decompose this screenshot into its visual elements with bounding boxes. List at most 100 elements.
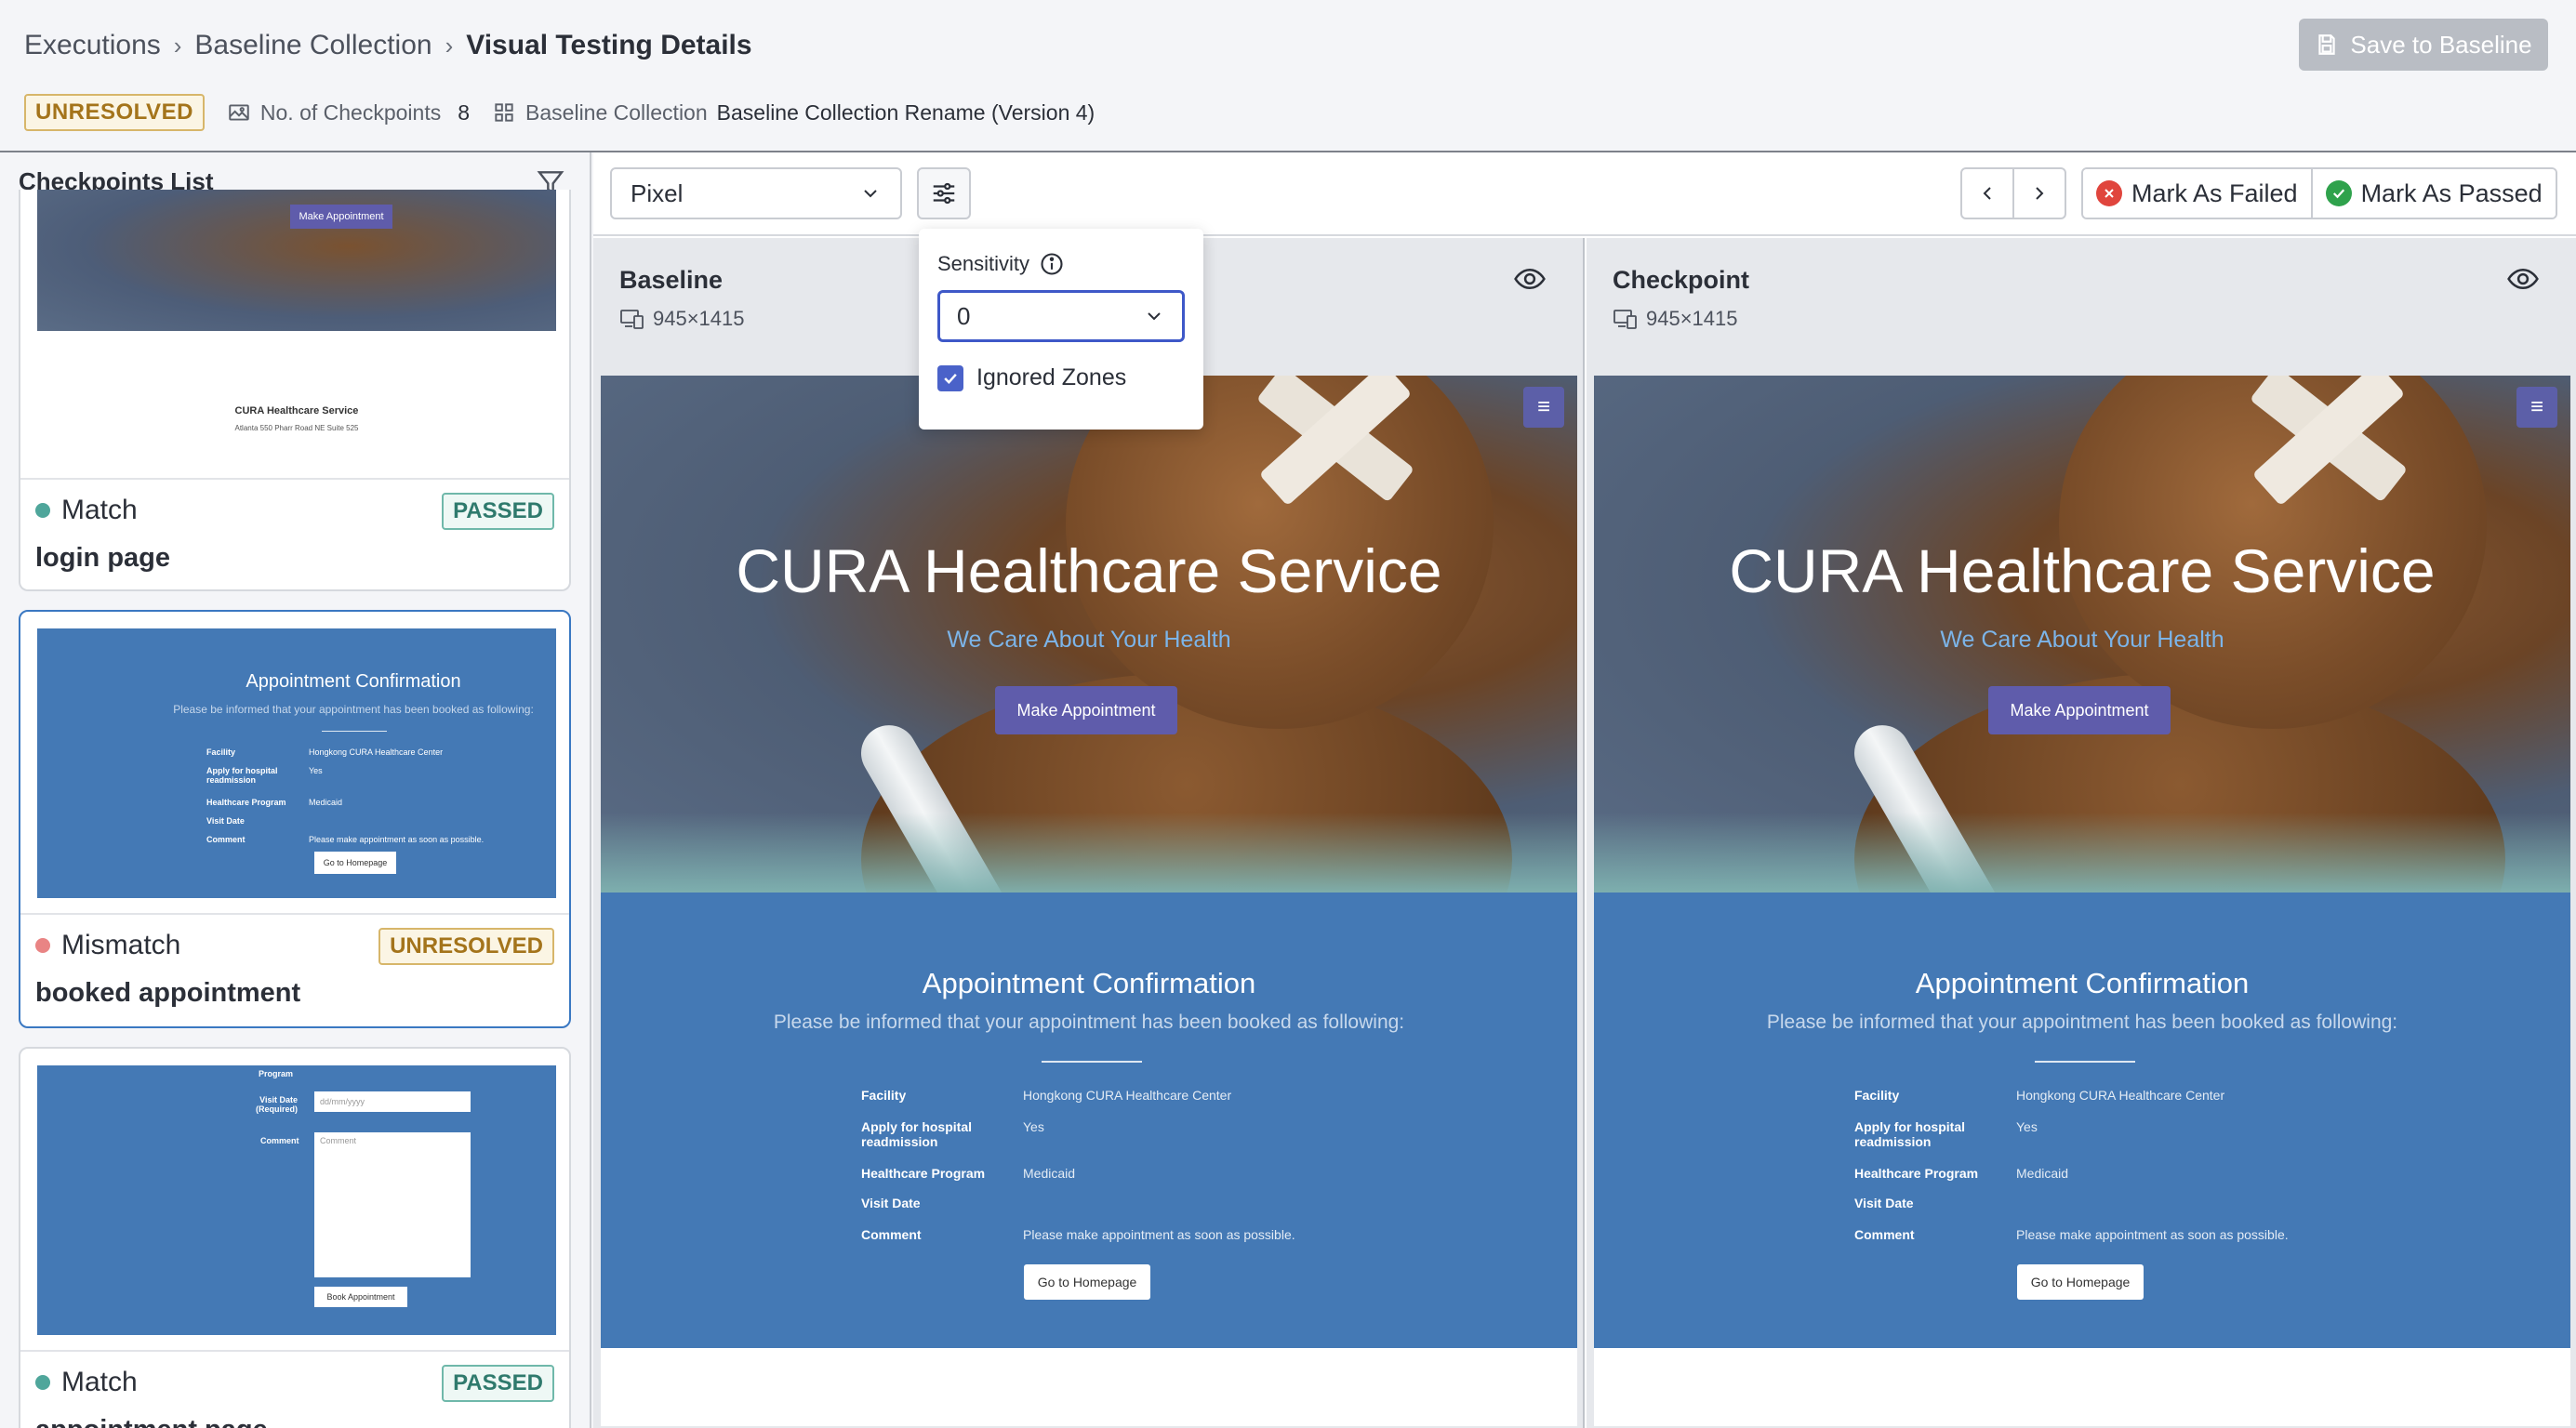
checkpoint-card-booked-appointment[interactable]: Appointment Confirmation Please be infor… bbox=[19, 610, 571, 1028]
checkpoint-thumbnail: Appointment Confirmation Please be infor… bbox=[37, 628, 556, 898]
thumb-row-key: Healthcare Program bbox=[206, 798, 286, 807]
hero-title: CURA Healthcare Service bbox=[736, 536, 1442, 605]
sensitivity-label: Sensitivity bbox=[937, 252, 1030, 275]
passed-badge: PASSED bbox=[442, 493, 554, 530]
thumb-row-key: Comment bbox=[206, 835, 246, 844]
detail-value: Yes bbox=[2016, 1119, 2038, 1134]
comparison-toolbar: Pixel Mark As Failed Mark As Passed bbox=[593, 152, 2576, 236]
thumb-subtitle: Please be informed that your appointment… bbox=[173, 703, 534, 716]
mark-as-failed-label: Mark As Failed bbox=[2131, 178, 2298, 207]
thumb-row-value: Yes bbox=[309, 766, 323, 775]
meta-row: UNRESOLVED No. of Checkpoints 8 Baseline… bbox=[24, 93, 1095, 132]
checkpoint-status: Mismatch bbox=[35, 930, 180, 961]
sensitivity-settings-button[interactable] bbox=[917, 167, 971, 219]
comparison-main: Pixel Mark As Failed Mark As Passed Base… bbox=[593, 152, 2576, 1428]
detail-key: Visit Date bbox=[1854, 1196, 1914, 1210]
detail-key: Apply for hospital readmission bbox=[861, 1119, 972, 1149]
checkpoint-status: Match bbox=[35, 495, 138, 526]
breadcrumb-executions[interactable]: Executions bbox=[24, 30, 161, 61]
checkpoint-dims-text: 945×1415 bbox=[1646, 307, 1738, 330]
detail-key: Comment bbox=[1854, 1227, 1915, 1242]
confirmation-title: Appointment Confirmation bbox=[1915, 967, 2250, 999]
checkpoint-name: booked appointment bbox=[35, 978, 301, 1008]
check-circle-icon bbox=[2325, 180, 2352, 206]
thumb-row-value: Medicaid bbox=[309, 798, 343, 807]
thumb-address: Atlanta 550 Pharr Road NE Suite 525 bbox=[234, 424, 359, 432]
detail-value: Please make appointment as soon as possi… bbox=[2016, 1227, 2289, 1242]
checkpoint-dimensions: 945×1415 bbox=[1613, 307, 1738, 331]
hero-title: CURA Healthcare Service bbox=[1729, 536, 2436, 605]
status-badge: UNRESOLVED bbox=[24, 94, 205, 131]
baseline-collection-label: Baseline Collection bbox=[525, 99, 708, 125]
hero-button: Make Appointment bbox=[1988, 686, 2171, 734]
chevron-right-icon bbox=[2036, 187, 2044, 200]
baseline-collection-value: Baseline Collection Rename (Version 4) bbox=[716, 99, 1095, 125]
previous-checkpoint-button[interactable] bbox=[1960, 167, 2014, 219]
comparison-mode-select[interactable]: Pixel bbox=[610, 167, 902, 219]
checkpoint-name: appointment page bbox=[35, 1415, 268, 1428]
unresolved-badge: UNRESOLVED bbox=[378, 928, 554, 965]
thumb-button: Make Appointment bbox=[290, 205, 392, 229]
thumb-row-key: Facility bbox=[206, 747, 236, 757]
eye-icon[interactable] bbox=[2507, 266, 2539, 292]
detail-key: Comment bbox=[861, 1227, 922, 1242]
mark-as-passed-button[interactable]: Mark As Passed bbox=[2310, 169, 2556, 218]
info-icon[interactable] bbox=[1039, 251, 1065, 277]
detail-key: Healthcare Program bbox=[861, 1166, 986, 1181]
confirmation-title: Appointment Confirmation bbox=[922, 967, 1256, 999]
match-dot bbox=[35, 1375, 50, 1390]
confirmation-section: Appointment Confirmation Please be infor… bbox=[601, 892, 1577, 1348]
chevron-left-icon bbox=[1983, 187, 1991, 200]
ignored-zones-label: Ignored Zones bbox=[976, 364, 1127, 390]
image-icon bbox=[229, 104, 249, 121]
detail-value: Please make appointment as soon as possi… bbox=[1023, 1227, 1295, 1242]
confirmation-subtitle: Please be informed that your appointment… bbox=[773, 1012, 1405, 1033]
menu-icon: ≡ bbox=[1523, 387, 1564, 428]
chevron-down-icon bbox=[864, 190, 877, 198]
mark-as-failed-button[interactable]: Mark As Failed bbox=[2083, 169, 2311, 218]
checkpoint-name: login page bbox=[35, 543, 170, 573]
checkpoints-count: No. of Checkpoints 8 bbox=[227, 100, 470, 126]
detail-value: Hongkong CURA Healthcare Center bbox=[2016, 1088, 2225, 1103]
thumb-button: Book Appointment bbox=[314, 1287, 407, 1307]
detail-value: Medicaid bbox=[1023, 1166, 1076, 1181]
checkpoint-title: Checkpoint bbox=[1613, 266, 1750, 294]
devices-icon bbox=[1613, 310, 1637, 329]
checkpoints-label: No. of Checkpoints bbox=[259, 99, 442, 125]
breadcrumb-baseline-collection[interactable]: Baseline Collection bbox=[194, 30, 432, 61]
passed-badge: PASSED bbox=[442, 1365, 554, 1402]
thumb-date-input: dd/mm/yyyy bbox=[314, 1091, 471, 1112]
thumb-title: CURA Healthcare Service bbox=[234, 405, 359, 416]
hero-image: ≡ CURA Healthcare Service We Care About … bbox=[601, 376, 1577, 892]
checkpoint-card-login-page[interactable]: Make Appointment CURA Healthcare Service… bbox=[19, 190, 571, 591]
sensitivity-select[interactable]: 0 bbox=[937, 290, 1185, 342]
save-to-baseline-button[interactable]: Save to Baseline bbox=[2299, 19, 2548, 71]
sensitivity-popover: Sensitivity 0 Ignored Zones bbox=[919, 229, 1203, 430]
baseline-dimensions: 945×1415 bbox=[619, 307, 745, 331]
next-checkpoint-button[interactable] bbox=[2012, 167, 2066, 219]
detail-key: Facility bbox=[861, 1088, 907, 1103]
thumb-row-value: Please make appointment as soon as possi… bbox=[309, 835, 485, 844]
checkpoint-card-appointment-page[interactable]: Program Visit Date (Required) dd/mm/yyyy… bbox=[19, 1047, 571, 1428]
status-text: Match bbox=[61, 1367, 138, 1397]
thumb-row-key: Visit Date bbox=[206, 816, 245, 826]
devices-icon bbox=[620, 310, 644, 329]
ignored-zones-checkbox[interactable] bbox=[937, 364, 963, 391]
detail-key: Facility bbox=[1854, 1088, 1900, 1103]
match-dot bbox=[35, 503, 50, 518]
sensitivity-value: 0 bbox=[957, 301, 971, 330]
detail-key: Apply for hospital readmission bbox=[1854, 1119, 1965, 1149]
ignored-zones-option[interactable]: Ignored Zones bbox=[937, 364, 1126, 391]
eye-icon[interactable] bbox=[1514, 266, 1546, 292]
sensitivity-label-row: Sensitivity bbox=[937, 251, 1065, 277]
breadcrumb: Executions › Baseline Collection › Visua… bbox=[24, 24, 752, 67]
sliders-icon bbox=[933, 182, 955, 205]
breadcrumb-separator: › bbox=[445, 31, 454, 60]
thumb-comment-input: Comment bbox=[314, 1132, 471, 1277]
checkpoint-thumbnail: Program Visit Date (Required) dd/mm/yyyy… bbox=[37, 1065, 556, 1335]
thumb-row-value: Hongkong CURA Healthcare Center bbox=[309, 747, 444, 757]
detail-key: Visit Date bbox=[861, 1196, 921, 1210]
detail-key: Healthcare Program bbox=[1854, 1166, 1979, 1181]
close-circle-icon bbox=[2096, 180, 2122, 206]
checkpoints-value: 8 bbox=[458, 99, 471, 125]
